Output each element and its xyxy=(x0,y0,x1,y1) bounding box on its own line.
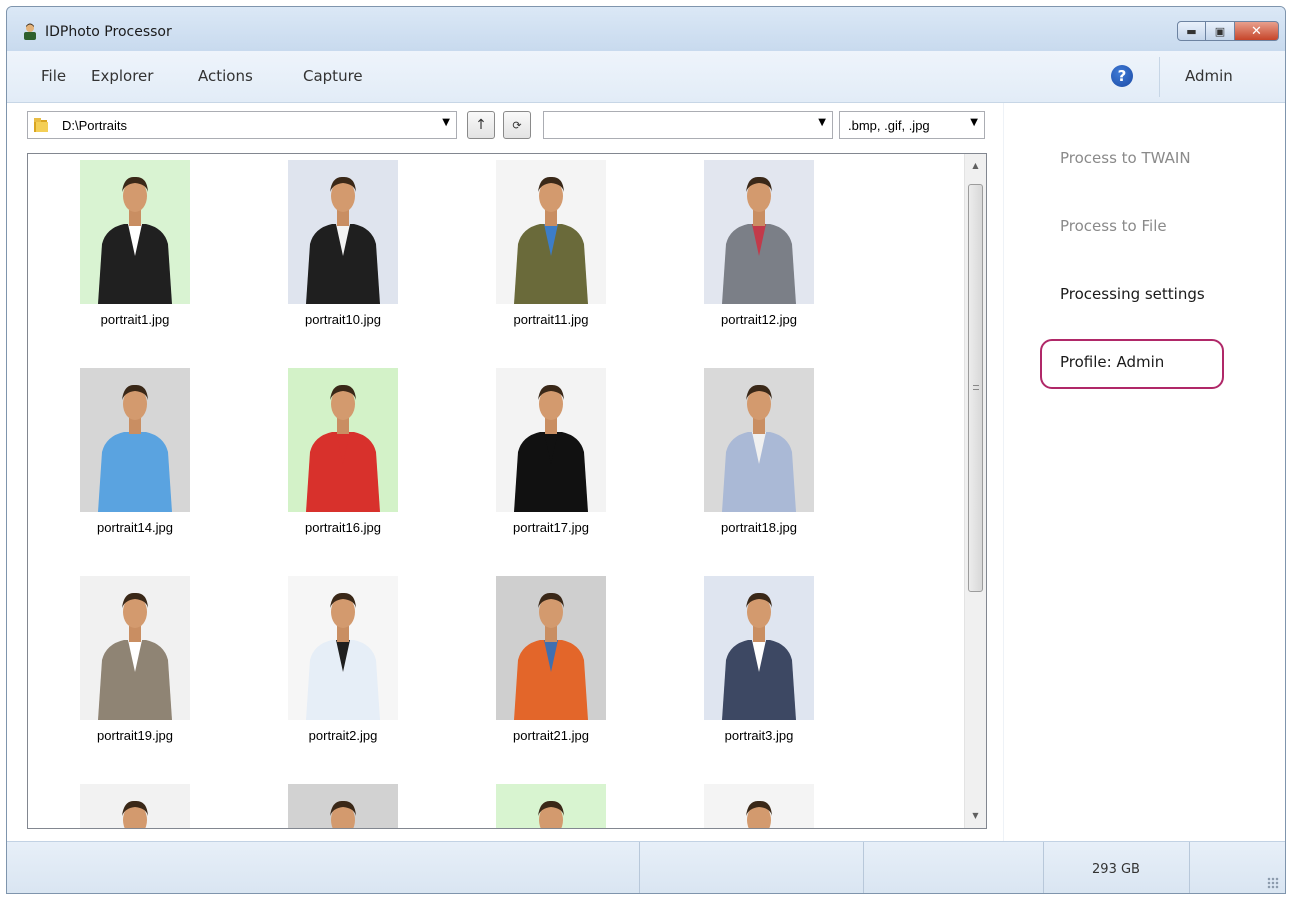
portrait-thumbnail[interactable] xyxy=(80,784,190,828)
refresh-button[interactable]: ⟳ xyxy=(503,111,531,139)
portrait-thumbnail[interactable] xyxy=(80,160,190,304)
processing-settings-button[interactable]: Processing settings xyxy=(1060,285,1205,303)
portrait-thumbnail[interactable] xyxy=(288,368,398,512)
arrow-up-icon: ↑ xyxy=(475,117,487,133)
scroll-thumb[interactable] xyxy=(968,184,983,592)
title-bar: IDPhoto Processor ▬ ▣ ✕ xyxy=(7,7,1285,51)
main-area: D:\Portraits ▼ ↑ ⟳ ▼ .bmp, .gif, .jpg ▼ … xyxy=(7,103,1285,841)
vertical-scrollbar[interactable]: ▲ ▼ xyxy=(964,154,986,828)
thumbnail-label: portrait19.jpg xyxy=(97,728,173,743)
portrait-thumbnail[interactable] xyxy=(704,160,814,304)
portrait-image xyxy=(80,368,190,512)
portrait-thumbnail[interactable] xyxy=(80,368,190,512)
menu-file[interactable]: File xyxy=(41,67,66,85)
portrait-thumbnail[interactable] xyxy=(496,784,606,828)
portrait-thumbnail[interactable] xyxy=(704,368,814,512)
scroll-down-icon[interactable]: ▼ xyxy=(965,806,986,826)
thumbnail-label: portrait16.jpg xyxy=(305,520,381,535)
thumbnail-label: portrait2.jpg xyxy=(308,728,378,743)
maximize-button[interactable]: ▣ xyxy=(1206,21,1235,41)
thumbnail-label: portrait14.jpg xyxy=(97,520,173,535)
thumbnail-label: portrait18.jpg xyxy=(721,520,797,535)
portrait-image xyxy=(288,784,398,828)
portrait-thumbnail[interactable] xyxy=(288,160,398,304)
disk-space-text: 293 GB xyxy=(1092,862,1140,877)
menu-capture[interactable]: Capture xyxy=(303,67,363,85)
window-controls: ▬ ▣ ✕ xyxy=(1177,21,1279,41)
portrait-thumbnail[interactable] xyxy=(496,160,606,304)
portrait-image xyxy=(288,576,398,720)
resize-grip-icon[interactable] xyxy=(1267,877,1279,889)
path-combo[interactable]: D:\Portraits ▼ xyxy=(27,111,457,139)
thumbnail-label: portrait21.jpg xyxy=(513,728,589,743)
close-icon: ✕ xyxy=(1251,23,1262,39)
thumbnail-label: portrait10.jpg xyxy=(305,312,381,327)
refresh-icon: ⟳ xyxy=(512,119,522,132)
maximize-icon: ▣ xyxy=(1214,24,1226,38)
menu-admin[interactable]: Admin xyxy=(1185,67,1233,85)
close-button[interactable]: ✕ xyxy=(1235,21,1279,41)
portrait-image xyxy=(80,576,190,720)
profile-button[interactable]: Profile: Admin xyxy=(1060,353,1164,371)
portrait-image xyxy=(496,368,606,512)
portrait-thumbnail[interactable] xyxy=(704,576,814,720)
status-separator xyxy=(863,842,864,893)
menu-explorer[interactable]: Explorer xyxy=(91,67,153,85)
up-folder-button[interactable]: ↑ xyxy=(467,111,495,139)
action-panel: Process to TWAIN Process to File Process… xyxy=(1003,103,1285,841)
portrait-thumbnail[interactable] xyxy=(496,576,606,720)
portrait-image xyxy=(704,576,814,720)
app-person-icon xyxy=(24,23,36,40)
portrait-image xyxy=(496,784,606,828)
chevron-down-icon[interactable]: ▼ xyxy=(442,117,450,128)
grip-icon xyxy=(973,385,979,390)
portrait-image xyxy=(80,784,190,828)
status-separator xyxy=(639,842,640,893)
chevron-down-icon[interactable]: ▼ xyxy=(970,117,978,128)
scroll-up-icon[interactable]: ▲ xyxy=(965,156,986,176)
portrait-image xyxy=(704,160,814,304)
thumbnail-label: portrait11.jpg xyxy=(513,312,589,327)
menu-separator xyxy=(1159,57,1160,97)
status-bar: 293 GB xyxy=(7,841,1285,893)
window-title: IDPhoto Processor xyxy=(45,24,172,40)
thumbnail-grid: ▲ ▼ portrait1.jpg portrait10.jpg portrait1… xyxy=(27,153,987,829)
minimize-button[interactable]: ▬ xyxy=(1177,21,1206,41)
portrait-thumbnail[interactable] xyxy=(288,784,398,828)
portrait-image xyxy=(704,368,814,512)
portrait-image xyxy=(496,160,606,304)
menu-bar: File Explorer Actions Capture ? Admin xyxy=(7,51,1285,103)
search-combo[interactable]: ▼ xyxy=(543,111,833,139)
portrait-image xyxy=(288,368,398,512)
file-type-filter[interactable]: .bmp, .gif, .jpg ▼ xyxy=(839,111,985,139)
app-window: IDPhoto Processor ▬ ▣ ✕ File Explorer Ac… xyxy=(6,6,1286,894)
status-separator xyxy=(1189,842,1190,893)
portrait-thumbnail[interactable] xyxy=(288,576,398,720)
chevron-down-icon[interactable]: ▼ xyxy=(818,117,826,128)
portrait-thumbnail[interactable] xyxy=(704,784,814,828)
minimize-icon: ▬ xyxy=(1186,24,1197,38)
portrait-image xyxy=(80,160,190,304)
thumbnail-label: portrait17.jpg xyxy=(513,520,589,535)
filter-text: .bmp, .gif, .jpg xyxy=(848,118,930,133)
help-icon[interactable]: ? xyxy=(1111,65,1133,87)
thumbnail-label: portrait3.jpg xyxy=(724,728,794,743)
portrait-thumbnail[interactable] xyxy=(80,576,190,720)
thumbnail-label: portrait12.jpg xyxy=(721,312,797,327)
portrait-image xyxy=(496,576,606,720)
portrait-image xyxy=(288,160,398,304)
portrait-thumbnail[interactable] xyxy=(496,368,606,512)
menu-actions[interactable]: Actions xyxy=(198,67,253,85)
thumbnail-label: portrait1.jpg xyxy=(100,312,170,327)
process-to-file-button[interactable]: Process to File xyxy=(1060,217,1167,235)
folder-icon xyxy=(34,118,48,132)
portrait-image xyxy=(704,784,814,828)
path-text: D:\Portraits xyxy=(62,118,128,133)
process-to-twain-button[interactable]: Process to TWAIN xyxy=(1060,149,1191,167)
